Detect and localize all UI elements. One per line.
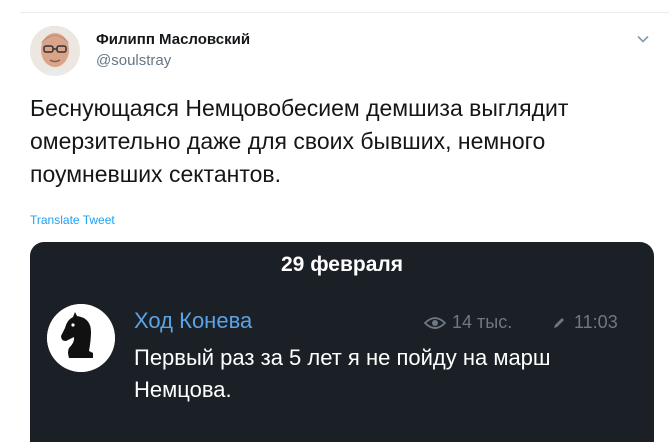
translate-tweet-link[interactable]: Translate Tweet (30, 213, 115, 227)
pencil-icon (554, 317, 564, 328)
author-avatar[interactable] (30, 26, 80, 76)
channel-avatar (47, 304, 115, 372)
divider (20, 12, 669, 13)
embedded-screenshot[interactable]: 29 февраля Ход Конева 14 тыс. 11:03 Перв… (30, 242, 654, 442)
tweet-card: Филипп Масловский @soulstray Беснующаяся… (0, 0, 669, 442)
views-text: 14 тыс. (452, 312, 513, 332)
chess-knight-icon (47, 304, 115, 372)
author-name[interactable]: Филипп Масловский (96, 31, 250, 48)
view-count: 14 тыс. (424, 312, 512, 333)
date-label: 29 февраля (281, 253, 403, 276)
time-text: 11:03 (574, 312, 618, 332)
message-time: 11:03 (552, 312, 618, 333)
chevron-down-icon[interactable] (636, 32, 650, 46)
channel-name: Ход Конева (134, 308, 253, 333)
eye-icon (424, 316, 446, 329)
avatar-portrait (30, 26, 80, 76)
tweet-text: Беснующаяся Немцовобесием демшиза выгляд… (30, 95, 569, 187)
message-text: Первый раз за 5 лет я не пойду на марш Н… (134, 345, 551, 402)
author-handle[interactable]: @soulstray (96, 52, 171, 69)
